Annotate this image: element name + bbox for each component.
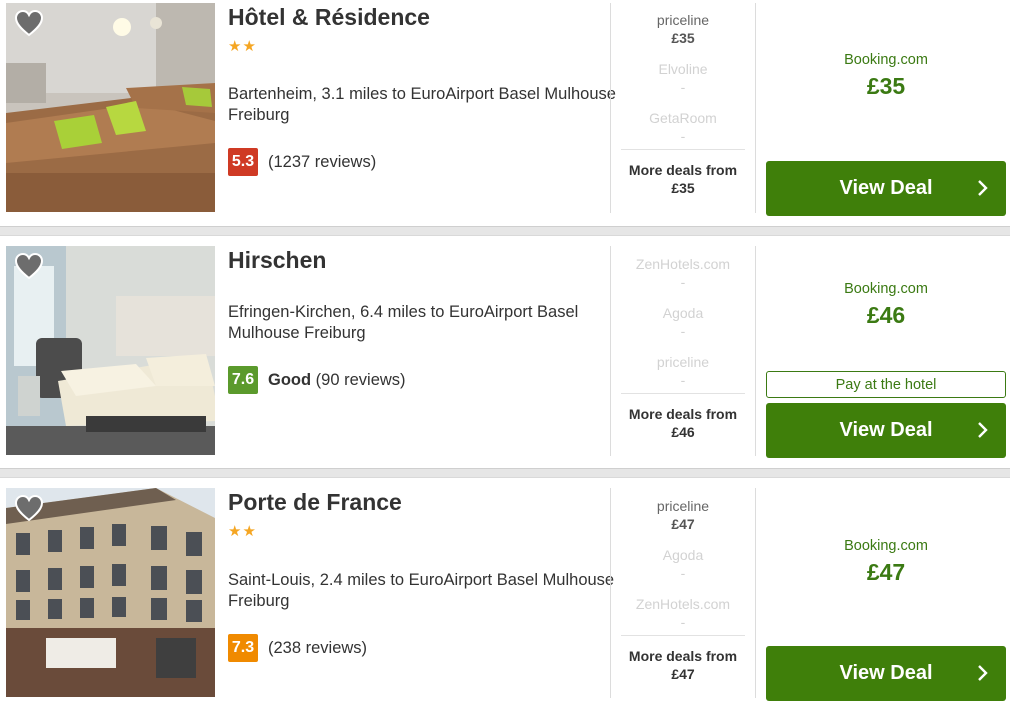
- chevron-right-icon: [978, 422, 988, 438]
- hotel-location: Efringen-Kirchen, 6.4 miles to EuroAirpo…: [228, 303, 579, 342]
- deal-provider: priceline: [656, 354, 710, 370]
- other-deals: ZenHotels.com - Agoda - priceline - More…: [621, 246, 745, 441]
- deal-row[interactable]: GetaRoom -: [621, 100, 745, 149]
- view-deal-button[interactable]: View Deal: [766, 161, 1006, 216]
- best-deal-site: Booking.com: [844, 281, 928, 297]
- hotel-location: Saint-Louis, 2.4 miles to EuroAirport Ba…: [228, 571, 615, 610]
- other-deals: priceline £47 Agoda - ZenHotels.com - Mo…: [621, 488, 745, 683]
- divider: [755, 488, 756, 698]
- deal-price: -: [680, 128, 686, 144]
- hotel-photo[interactable]: [6, 3, 215, 212]
- hotel-name[interactable]: Hirschen: [228, 246, 608, 274]
- deal-price: -: [680, 323, 686, 339]
- review-rating[interactable]: 7.3 (238 reviews): [228, 634, 367, 662]
- deal-provider: priceline: [656, 12, 710, 28]
- deal-row[interactable]: Elvoline -: [621, 51, 745, 100]
- deal-row[interactable]: Agoda -: [621, 537, 745, 586]
- hotel-location: Bartenheim, 3.1 miles to EuroAirport Bas…: [228, 85, 616, 124]
- deal-price: £35: [671, 30, 695, 46]
- hotel-name[interactable]: Porte de France: [228, 488, 608, 516]
- other-deals: priceline £35 Elvoline - GetaRoom - More…: [621, 2, 745, 197]
- card-separator: [0, 468, 1010, 478]
- review-count: (1237 reviews): [268, 152, 377, 171]
- divider: [755, 3, 756, 213]
- heart-icon[interactable]: [14, 252, 44, 280]
- more-deals-link[interactable]: More deals from £35: [621, 149, 745, 197]
- chevron-right-icon: [978, 665, 988, 681]
- deal-row[interactable]: priceline £35: [621, 2, 745, 51]
- pay-at-hotel-badge: Pay at the hotel: [766, 371, 1006, 398]
- deal-provider: Elvoline: [658, 61, 708, 77]
- more-deals-price: £47: [671, 666, 695, 682]
- deal-provider: priceline: [656, 498, 710, 514]
- card-separator: [0, 226, 1010, 236]
- deal-provider: ZenHotels.com: [635, 596, 731, 612]
- divider: [610, 488, 611, 698]
- star-rating: ★★: [228, 38, 257, 55]
- hotel-card[interactable]: Hôtel & Résidence ★★ Bartenheim, 3.1 mil…: [0, 0, 1010, 226]
- best-deal-price: £47: [866, 559, 906, 585]
- more-deals-link[interactable]: More deals from £46: [621, 393, 745, 441]
- review-score-badge: 7.3: [228, 634, 258, 662]
- review-count: (90 reviews): [315, 370, 406, 389]
- chevron-right-icon: [978, 180, 988, 196]
- more-deals-label: More deals from: [628, 406, 738, 422]
- deal-row[interactable]: ZenHotels.com -: [621, 586, 745, 635]
- best-deal[interactable]: Booking.com £46: [766, 280, 1006, 329]
- heart-icon[interactable]: [14, 494, 44, 522]
- deal-row[interactable]: Agoda -: [621, 295, 745, 344]
- more-deals-price: £35: [671, 180, 695, 196]
- hotel-card[interactable]: Hirschen Efringen-Kirchen, 6.4 miles to …: [0, 236, 1010, 468]
- best-deal[interactable]: Booking.com £35: [766, 51, 1006, 100]
- review-summary: Good (90 reviews): [268, 371, 406, 390]
- view-deal-button[interactable]: View Deal: [766, 403, 1006, 458]
- divider: [755, 246, 756, 456]
- deal-price: -: [680, 79, 686, 95]
- deal-provider: ZenHotels.com: [635, 256, 731, 272]
- deal-price: -: [680, 372, 686, 388]
- view-deal-label: View Deal: [839, 177, 933, 199]
- hotel-photo[interactable]: [6, 488, 215, 697]
- view-deal-label: View Deal: [839, 419, 933, 441]
- best-deal-site: Booking.com: [844, 538, 928, 554]
- deal-row[interactable]: priceline £47: [621, 488, 745, 537]
- review-rating[interactable]: 7.6 Good (90 reviews): [228, 366, 406, 394]
- best-deal[interactable]: Booking.com £47: [766, 537, 1006, 586]
- deal-price: -: [680, 274, 686, 290]
- best-deal-price: £35: [866, 73, 906, 99]
- review-score-badge: 5.3: [228, 148, 258, 176]
- hotel-info: Porte de France ★★ Saint-Louis, 2.4 mile…: [228, 478, 614, 662]
- hotel-name[interactable]: Hôtel & Résidence: [228, 3, 608, 31]
- best-deal-price: £46: [866, 302, 906, 328]
- hotel-info: Hôtel & Résidence ★★ Bartenheim, 3.1 mil…: [228, 0, 616, 176]
- best-deal-site: Booking.com: [844, 52, 928, 68]
- hotel-info: Hirschen Efringen-Kirchen, 6.4 miles to …: [228, 236, 608, 394]
- review-rating[interactable]: 5.3 (1237 reviews): [228, 148, 376, 176]
- more-deals-label: More deals from: [628, 162, 738, 178]
- star-rating: ★★: [228, 523, 257, 540]
- more-deals-label: More deals from: [628, 648, 738, 664]
- more-deals-price: £46: [671, 424, 695, 440]
- divider: [610, 3, 611, 213]
- deal-price: £47: [671, 516, 695, 532]
- hotel-photo[interactable]: [6, 246, 215, 455]
- deal-provider: Agoda: [662, 305, 704, 321]
- heart-icon[interactable]: [14, 9, 44, 37]
- deal-price: -: [680, 614, 686, 630]
- deal-price: -: [680, 565, 686, 581]
- view-deal-label: View Deal: [839, 662, 933, 684]
- view-deal-button[interactable]: View Deal: [766, 646, 1006, 701]
- rating-word: Good: [268, 370, 312, 389]
- deal-provider: Agoda: [662, 547, 704, 563]
- review-score-badge: 7.6: [228, 366, 258, 394]
- hotel-results-list: Hôtel & Résidence ★★ Bartenheim, 3.1 mil…: [0, 0, 1010, 707]
- more-deals-link[interactable]: More deals from £47: [621, 635, 745, 683]
- deal-row[interactable]: priceline -: [621, 344, 745, 393]
- divider: [610, 246, 611, 456]
- hotel-card[interactable]: Porte de France ★★ Saint-Louis, 2.4 mile…: [0, 478, 1010, 707]
- review-count: (238 reviews): [268, 638, 368, 657]
- deal-row[interactable]: ZenHotels.com -: [621, 246, 745, 295]
- deal-provider: GetaRoom: [649, 110, 717, 126]
